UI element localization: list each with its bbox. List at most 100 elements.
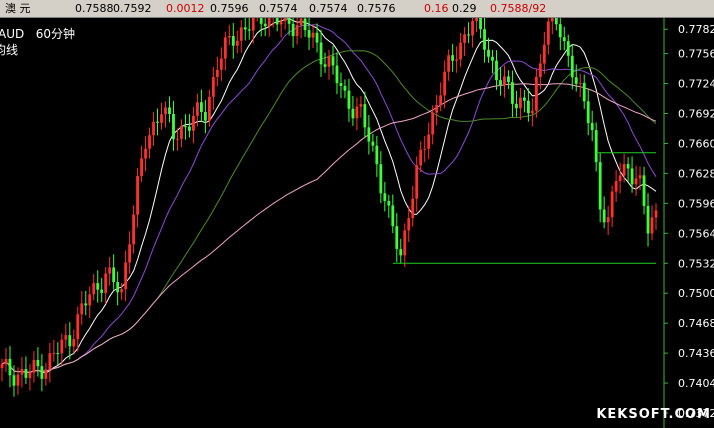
candle-body xyxy=(479,18,482,30)
candle-body xyxy=(8,359,12,376)
candle-body xyxy=(88,294,92,306)
candle-body xyxy=(287,18,291,24)
y-tick-label: 0.7468 xyxy=(678,317,714,330)
quote-value: 0.7592 xyxy=(113,2,152,15)
candle-body xyxy=(503,76,506,86)
candle-body xyxy=(44,369,48,379)
candle-body xyxy=(243,27,247,30)
y-tick-label: 0.7756 xyxy=(678,48,714,61)
candle-body xyxy=(507,76,510,83)
candle-body xyxy=(180,126,183,139)
y-tick-label: 0.7404 xyxy=(678,377,714,390)
candle-body xyxy=(459,42,463,60)
quote-value: 0.7596 xyxy=(210,2,249,15)
candle-body xyxy=(594,130,598,163)
candle-body xyxy=(267,18,271,27)
candle-body xyxy=(646,205,650,234)
candle-body xyxy=(578,82,582,84)
candle-body xyxy=(602,209,606,223)
candle-body xyxy=(235,40,239,46)
candle-body xyxy=(319,42,323,65)
candle-body xyxy=(590,123,594,131)
candle-body xyxy=(303,18,307,31)
candle-body xyxy=(519,97,522,109)
candle-body xyxy=(207,96,211,121)
candle-body xyxy=(164,107,167,115)
candle-body xyxy=(100,289,104,293)
candle-body xyxy=(215,69,219,78)
candle-body xyxy=(72,339,76,347)
candle-body xyxy=(475,18,478,21)
candle-body xyxy=(68,335,72,347)
candle-body xyxy=(610,191,614,218)
candle-body xyxy=(586,101,590,124)
quote-value: 0.29 xyxy=(452,2,477,15)
candle-body xyxy=(542,44,546,64)
candle-body xyxy=(192,115,195,131)
candle-body xyxy=(642,175,646,206)
candle-body xyxy=(136,176,139,215)
candle-body xyxy=(172,114,175,140)
candle-body xyxy=(160,114,163,123)
candle-body xyxy=(112,267,116,283)
candle-body xyxy=(339,83,343,87)
candle-body xyxy=(522,97,526,101)
candle-body xyxy=(144,148,147,159)
candle-body xyxy=(311,32,315,38)
candle-body xyxy=(96,283,100,290)
candle-body xyxy=(56,353,60,355)
candle-body xyxy=(12,375,16,386)
candle-body xyxy=(279,21,283,25)
candle-body xyxy=(247,29,251,31)
y-tick-label: 0.7596 xyxy=(678,197,714,210)
candle-body xyxy=(156,121,159,123)
candle-body xyxy=(343,86,347,91)
candle-body xyxy=(626,164,630,169)
candle-body xyxy=(48,353,52,370)
candle-body xyxy=(387,200,391,206)
candle-body xyxy=(291,23,295,37)
candle-body xyxy=(335,65,339,84)
candle-body xyxy=(650,217,654,234)
quote-bar: 澳 元 0.7588 0.7592 0.0012 0.7596 0.7574 0… xyxy=(0,0,714,18)
candle-body xyxy=(638,175,642,179)
candle-body xyxy=(546,21,550,45)
candle-body xyxy=(371,141,375,146)
candle-body xyxy=(598,162,602,210)
candle-body xyxy=(315,32,319,43)
candle-body xyxy=(443,71,447,96)
candle-body xyxy=(60,339,64,354)
chart-plot[interactable]: 0.7782 0.7756 0.7724 0.7692 0.7660 0.7628 0.75… xyxy=(0,18,714,428)
candle-body xyxy=(259,18,263,24)
candle-body xyxy=(379,164,383,194)
y-tick-label: 0.7564 xyxy=(678,227,714,240)
quote-value: 0.7576 xyxy=(357,2,396,15)
candle-body xyxy=(331,56,335,66)
candle-body xyxy=(431,112,435,135)
candle-body xyxy=(24,369,28,378)
candle-body xyxy=(283,18,287,22)
candle-body xyxy=(570,55,574,78)
candle-body xyxy=(203,112,207,121)
quote-value: 0.7574 xyxy=(309,2,348,15)
watermark: KEKSOFT.COM xyxy=(596,407,711,422)
candle-body xyxy=(299,18,303,26)
candle-body xyxy=(399,249,403,256)
candle-body xyxy=(355,106,359,119)
candle-body xyxy=(188,126,191,131)
candle-body xyxy=(630,168,634,185)
candle-body xyxy=(451,55,455,61)
candle-body xyxy=(614,181,618,192)
candle-body xyxy=(554,18,558,25)
candle-body xyxy=(128,244,132,263)
candle-body xyxy=(307,30,311,38)
candle-body xyxy=(511,82,514,104)
candle-body xyxy=(227,35,231,38)
candle-body xyxy=(538,63,542,77)
candle-body xyxy=(622,164,626,176)
candle-body xyxy=(471,20,474,36)
candle-body xyxy=(28,372,32,378)
candle-body xyxy=(108,267,112,274)
candle-body xyxy=(148,135,151,149)
candle-body xyxy=(582,82,586,102)
